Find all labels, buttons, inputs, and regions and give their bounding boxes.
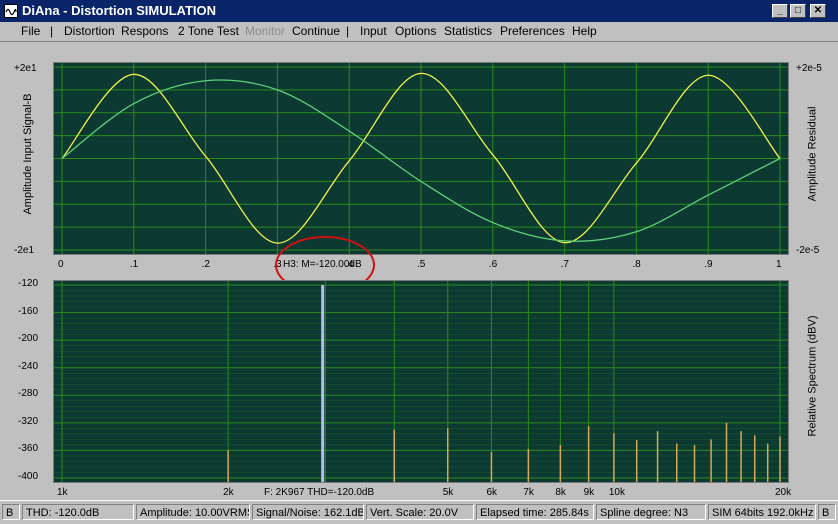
menu-statistics[interactable]: Statistics (444, 24, 492, 38)
minimize-button[interactable]: _ (772, 4, 788, 18)
waveform-x-tick: .1 (130, 259, 138, 270)
spectrum-y-tick: -280 (18, 388, 38, 399)
spectrum-y-tick: -320 (18, 416, 38, 427)
menu-2-tone-test[interactable]: 2 Tone Test (178, 24, 239, 38)
waveform-x-tick: 1 (776, 259, 782, 270)
spectrum-y-tick: -160 (18, 306, 38, 317)
spectrum-x-tick: 5k (443, 487, 454, 498)
right-top-value: +2e-5 (796, 63, 822, 74)
waveform-canvas (54, 63, 788, 254)
spectrum-y-tick: -240 (18, 361, 38, 372)
menu-separator: | (50, 24, 53, 38)
menu-monitor[interactable]: Monitor (245, 24, 285, 38)
spectrum-plot[interactable] (53, 280, 789, 483)
maximize-button[interactable]: □ (790, 4, 806, 18)
fundamental-readout: F: 2K967 THD=-120.0dB (264, 487, 374, 498)
menu-input[interactable]: Input (360, 24, 387, 38)
waveform-x-tick: .5 (417, 259, 425, 270)
close-button[interactable]: ✕ (810, 4, 826, 18)
waveform-x-tick: .8 (632, 259, 640, 270)
menu-help[interactable]: Help (572, 24, 597, 38)
waveform-x-tick: .6 (489, 259, 497, 270)
right-bottom-value: -2e-5 (796, 245, 819, 256)
spectrum-y-tick: -120 (18, 278, 38, 289)
spectrum-axis-label: Relative Spectrum (dBV) (807, 309, 819, 444)
waveform-x-tick: 0 (58, 259, 64, 270)
spectrum-y-tick: -400 (18, 471, 38, 482)
status-sim-info: SIM 64bits 192.0kHz (708, 504, 816, 520)
status-signal-noise: Signal/Noise: 162.1dB (252, 504, 364, 520)
app-window: DiAna - Distortion SIMULATION _ □ ✕ File… (0, 0, 838, 523)
status-channel-left: B (2, 504, 20, 520)
left-top-value: +2e1 (14, 63, 37, 74)
status-spline-degree: Spline degree: N3 (596, 504, 706, 520)
spectrum-x-tick: 10k (609, 487, 625, 498)
menu-continue[interactable]: Continue (292, 24, 340, 38)
status-vert-scale: Vert. Scale: 20.0V (366, 504, 474, 520)
spectrum-x-tick: 20k (775, 487, 791, 498)
window-title: DiAna - Distortion SIMULATION (22, 3, 216, 18)
status-bar: B THD: -120.0dB Amplitude: 10.00VRMS Sig… (0, 500, 838, 524)
waveform-x-tick: .9 (704, 259, 712, 270)
status-thd: THD: -120.0dB (22, 504, 134, 520)
waveform-x-tick: .2 (202, 259, 210, 270)
waveform-x-tick: .7 (561, 259, 569, 270)
spectrum-x-tick: 6k (486, 487, 497, 498)
spectrum-y-tick: -360 (18, 443, 38, 454)
menu-bar: File | Distortion Respons 2 Tone Test Mo… (0, 22, 838, 42)
menu-preferences[interactable]: Preferences (500, 24, 565, 38)
spectrum-canvas (54, 281, 788, 482)
status-amplitude: Amplitude: 10.00VRMS (136, 504, 250, 520)
waveform-plot[interactable] (53, 62, 789, 255)
spectrum-x-tick: 8k (555, 487, 566, 498)
menu-distortion[interactable]: Distortion (64, 24, 115, 38)
left-axis-label: Amplitude Input Signal-B (22, 79, 34, 229)
spectrum-y-tick: -200 (18, 333, 38, 344)
spectrum-x-tick: 1k (57, 487, 68, 498)
status-channel-right: B (818, 504, 836, 520)
left-bottom-value: -2e1 (14, 245, 34, 256)
menu-respons[interactable]: Respons (121, 24, 168, 38)
title-bar: DiAna - Distortion SIMULATION _ □ ✕ (0, 0, 838, 22)
spectrum-x-tick: 2k (223, 487, 234, 498)
spectrum-x-tick: 7k (523, 487, 534, 498)
app-icon[interactable] (4, 4, 18, 18)
menu-file[interactable]: File (21, 24, 40, 38)
menu-options[interactable]: Options (395, 24, 436, 38)
status-elapsed-time: Elapsed time: 285.84s (476, 504, 594, 520)
menu-separator: | (346, 24, 349, 38)
spectrum-x-tick: 9k (584, 487, 595, 498)
right-axis-label: Amplitude Residual (807, 92, 819, 217)
